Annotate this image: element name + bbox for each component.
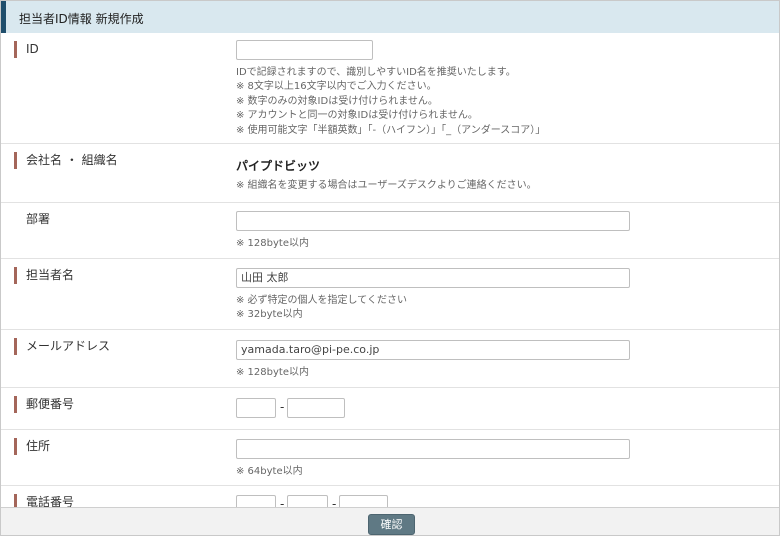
row-company: 会社名 ・ 組織名 パイプドビッツ ※ 組織名を変更する場合はユーザーズデスクよ…	[1, 144, 779, 203]
row-phone: 電話番号 - -	[1, 486, 779, 507]
email-input[interactable]: yamada.taro@pi-pe.co.jp	[236, 340, 630, 360]
id-input[interactable]	[236, 40, 373, 60]
person-label: 担当者名	[14, 267, 74, 284]
address-label: 住所	[14, 438, 50, 455]
id-note-3: ※ 数字のみの対象IDは受け付けられません。	[236, 96, 438, 107]
row-id: ID IDで記録されますので、識別しやすいID名を推奨いたします。 ※ 8文字以…	[1, 33, 779, 144]
company-name-value: パイプドビッツ	[236, 159, 321, 173]
department-label: 部署	[26, 212, 51, 226]
row-postal: 郵便番号 -	[1, 388, 779, 430]
id-note-2: ※ 8文字以上16文字以内でご入力ください。	[236, 81, 437, 92]
address-input[interactable]	[236, 439, 630, 459]
id-label: ID	[14, 41, 39, 58]
row-department: 部署 ※ 128byte以内	[1, 203, 779, 259]
address-note: ※ 64byte以内	[236, 466, 303, 477]
phone-third-input[interactable]	[339, 495, 388, 507]
row-address: 住所 ※ 64byte以内	[1, 430, 779, 486]
id-form: ID IDで記録されますので、識別しやすいID名を推奨いたします。 ※ 8文字以…	[1, 33, 779, 507]
email-note: ※ 128byte以内	[236, 367, 309, 378]
form-footer: 確認	[1, 507, 779, 535]
row-email: メールアドレス yamada.taro@pi-pe.co.jp ※ 128byt…	[1, 330, 779, 388]
postal-separator: -	[280, 400, 285, 414]
confirm-button[interactable]: 確認	[368, 514, 415, 535]
phone-label: 電話番号	[14, 494, 74, 507]
person-name-input[interactable]: 山田 太郎	[236, 268, 630, 288]
person-note-1: ※ 必ず特定の個人を指定してください	[236, 295, 407, 306]
row-person: 担当者名 山田 太郎 ※ 必ず特定の個人を指定してください ※ 32byte以内	[1, 259, 779, 330]
postal-label: 郵便番号	[14, 396, 74, 413]
form-window: 担当者ID情報 新規作成 ID IDで記録されますので、識別しやすいID名を推奨…	[0, 0, 780, 536]
id-note-4: ※ アカウントと同一の対象IDは受け付けられません。	[236, 110, 478, 121]
id-note-5: ※ 使用可能文字「半額英数」「-（ハイフン）」「_（アンダースコア）」	[236, 125, 546, 136]
department-note: ※ 128byte以内	[236, 238, 309, 249]
company-label: 会社名 ・ 組織名	[14, 152, 118, 169]
postal-code-first-input[interactable]	[236, 398, 276, 418]
email-label: メールアドレス	[14, 338, 110, 355]
section-header: 担当者ID情報 新規作成	[1, 1, 779, 33]
postal-code-second-input[interactable]	[287, 398, 345, 418]
page-title: 担当者ID情報 新規作成	[19, 12, 144, 26]
company-note: ※ 組織名を変更する場合はユーザーズデスクよりご連絡ください。	[236, 180, 537, 191]
phone-separator-1: -	[280, 497, 285, 507]
department-input[interactable]	[236, 211, 630, 231]
phone-first-input[interactable]	[236, 495, 276, 507]
person-note-2: ※ 32byte以内	[236, 309, 303, 320]
phone-second-input[interactable]	[287, 495, 328, 507]
phone-separator-2: -	[332, 497, 337, 507]
id-note-1: IDで記録されますので、識別しやすいID名を推奨いたします。	[236, 67, 516, 78]
